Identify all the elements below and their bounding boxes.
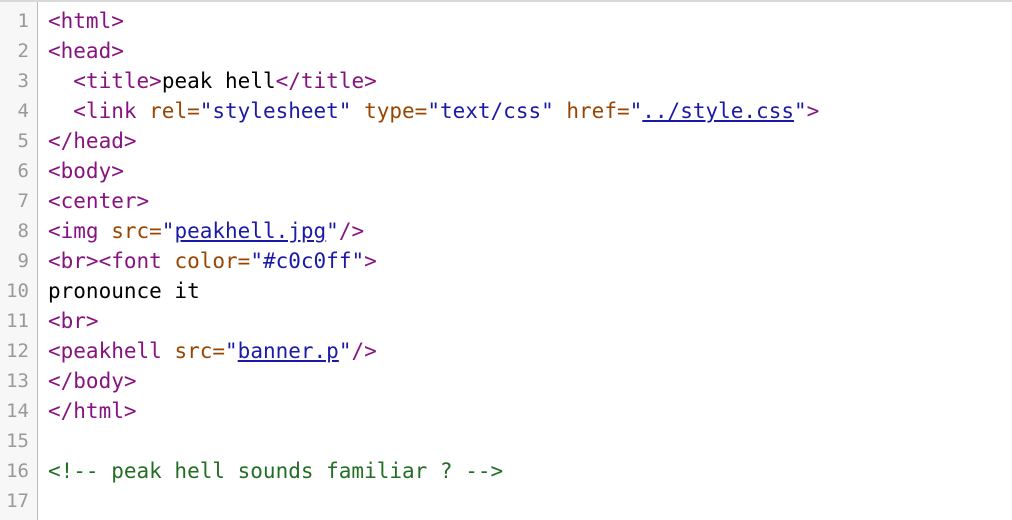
text-token: pronounce it	[48, 279, 200, 303]
image-link[interactable]: peakhell.jpg	[174, 219, 326, 243]
line-number: 16	[6, 460, 29, 482]
attribute-token: type=	[351, 99, 428, 123]
line-number: 4	[17, 100, 29, 122]
line-number: 10	[6, 280, 29, 302]
comment-token: <!-- peak hell sounds familiar ? -->	[48, 459, 504, 483]
code-line: 10 pronounce it	[0, 276, 1012, 306]
code-line: 7 <center>	[0, 186, 1012, 216]
source-viewer: 1 <html> 2 <head> 3 <title>peak hell</ti…	[0, 0, 1012, 520]
tag-token: </html>	[48, 399, 137, 423]
stylesheet-link[interactable]: ../style.css	[642, 99, 794, 123]
attribute-token: color=	[161, 249, 251, 273]
attribute-token: href=	[553, 99, 630, 123]
code-line: 8 <img src="peakhell.jpg"/>	[0, 216, 1012, 246]
quote: "	[326, 219, 339, 243]
quote: "	[338, 339, 352, 363]
quote: "	[629, 99, 643, 123]
code-line: 9 <br><font color="#c0c0ff">	[0, 246, 1012, 276]
line-number: 13	[6, 370, 29, 392]
tag-token: <body>	[48, 159, 124, 183]
source-code: 1 <html> 2 <head> 3 <title>peak hell</ti…	[0, 6, 1012, 516]
line-number: 5	[17, 130, 29, 152]
code-line: 11 <br>	[0, 306, 1012, 336]
code-line: 14 </html>	[0, 396, 1012, 426]
code-line: 5 </head>	[0, 126, 1012, 156]
line-number: 3	[17, 70, 29, 92]
code-line: 13 </body>	[0, 366, 1012, 396]
line-number: 1	[17, 10, 29, 32]
code-line: 3 <title>peak hell</title>	[0, 66, 1012, 96]
tag-token: <head>	[48, 39, 124, 63]
value-token: "#c0c0ff"	[250, 249, 365, 273]
code-line: 2 <head>	[0, 36, 1012, 66]
tag-token: >	[806, 99, 820, 123]
code-line: 17	[0, 486, 1012, 516]
tag-token: </head>	[48, 129, 137, 153]
code-line: 16 <!-- peak hell sounds familiar ? -->	[0, 456, 1012, 486]
attribute-token: rel=	[136, 99, 200, 123]
tag-token: <link	[73, 99, 137, 123]
text-token: peak hell	[161, 69, 276, 93]
code-line: 6 <body>	[0, 156, 1012, 186]
tag-token: <html>	[48, 9, 124, 33]
line-number: 12	[6, 340, 29, 362]
attribute-token: src=	[98, 219, 162, 243]
line-number: 2	[17, 40, 29, 62]
line-number: 8	[17, 220, 29, 242]
tag-token: >	[364, 249, 377, 273]
line-number: 17	[6, 490, 29, 512]
tag-token: />	[338, 219, 365, 243]
line-number: 7	[17, 190, 29, 212]
code-line: 15	[0, 426, 1012, 456]
tag-token: <br><font	[48, 249, 162, 273]
banner-link[interactable]: banner.p	[238, 339, 339, 363]
line-number: 9	[17, 250, 29, 272]
value-token: "stylesheet"	[199, 99, 352, 123]
quote: "	[161, 219, 175, 243]
value-token: "text/css"	[427, 99, 554, 123]
quote: "	[225, 339, 238, 363]
line-number: 14	[6, 400, 29, 422]
line-number: 6	[17, 160, 29, 182]
code-line: 12 <peakhell src="banner.p"/>	[0, 336, 1012, 366]
tag-token: />	[351, 339, 377, 363]
tag-token: <br>	[48, 309, 99, 333]
code-line: 1 <html>	[0, 6, 1012, 36]
tag-token: <img	[48, 219, 99, 243]
code-line: 4 <link rel="stylesheet" type="text/css"…	[0, 96, 1012, 126]
attribute-token: src=	[161, 339, 226, 363]
line-number: 15	[6, 430, 29, 452]
quote: "	[793, 99, 807, 123]
tag-token: </body>	[48, 369, 137, 393]
tag-token: <center>	[48, 189, 150, 213]
tag-token: <peakhell	[48, 339, 162, 363]
tag-token: <title>	[73, 69, 162, 93]
line-number: 11	[6, 310, 29, 332]
tag-token: </title>	[275, 69, 377, 93]
